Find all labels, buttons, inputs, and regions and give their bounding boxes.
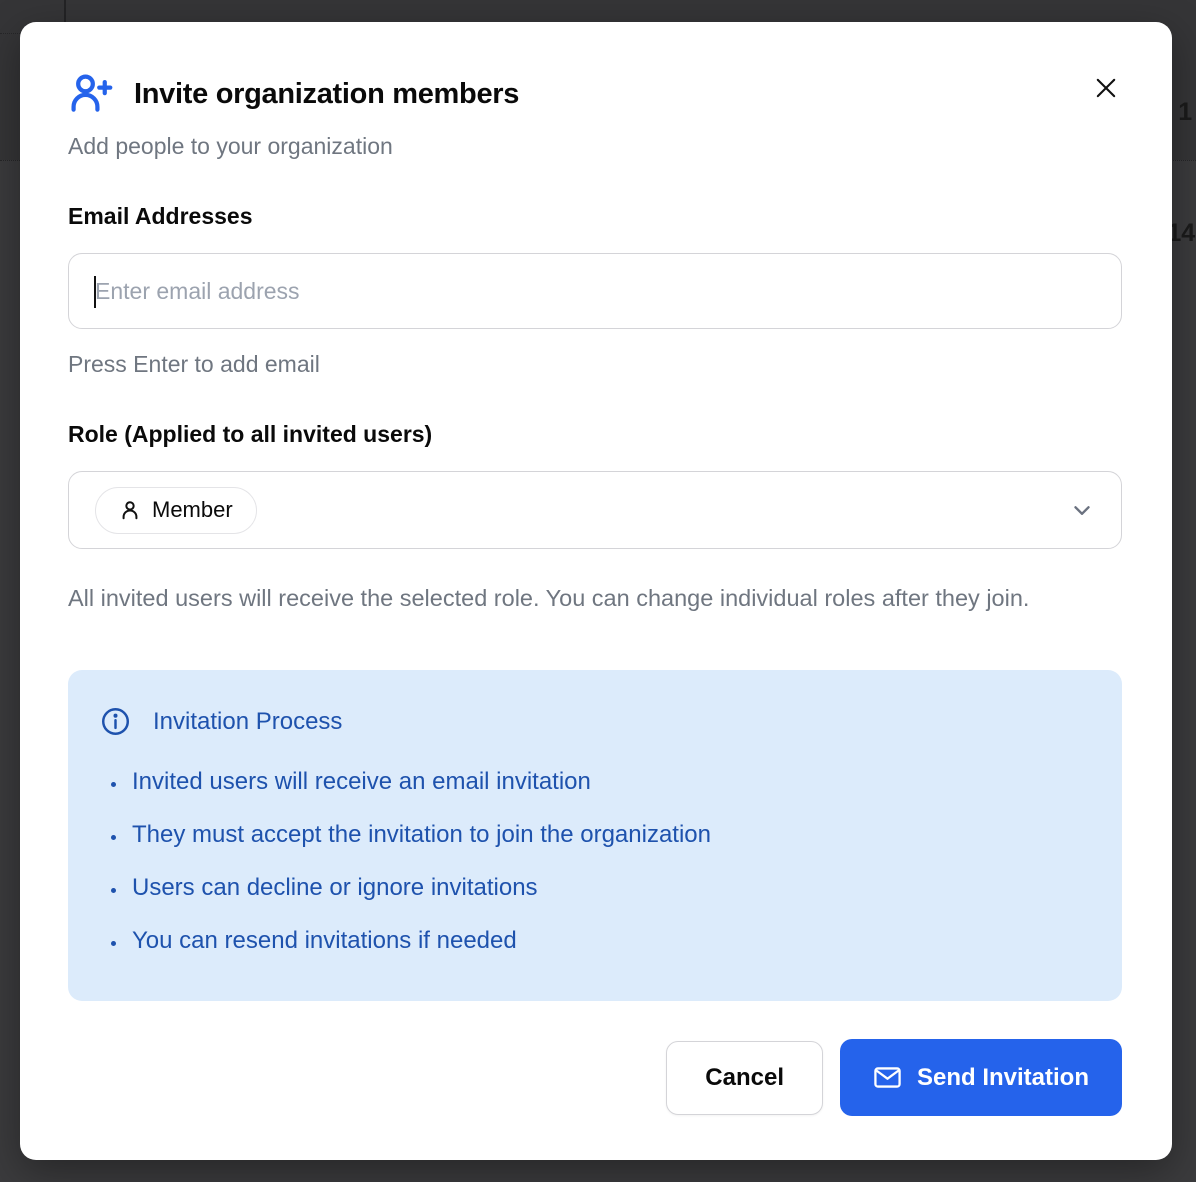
dialog-title: Invite organization members [134,78,519,111]
selected-role-chip: Member [95,487,257,534]
role-helper-text: All invited users will receive the selec… [68,578,1108,618]
dialog-header: Invite organization members [68,72,1122,116]
close-button[interactable] [1090,72,1122,104]
dialog-subtitle: Add people to your organization [68,133,1122,160]
infobox-title: Invitation Process [153,708,342,736]
infobox-list-item: You can resend invitations if needed [128,926,1090,956]
user-plus-icon [68,72,114,116]
email-input-wrap [68,253,1122,329]
user-icon [119,498,141,522]
infobox-list-item: They must accept the invitation to join … [128,820,1090,850]
cancel-button[interactable]: Cancel [666,1041,823,1115]
invite-members-dialog: Invite organization members Add people t… [20,22,1172,1160]
email-input[interactable] [69,254,1121,328]
infobox-list-item: Users can decline or ignore invitations [128,873,1090,903]
info-icon [100,706,131,737]
invitation-process-infobox: Invitation Process Invited users will re… [68,670,1122,1001]
role-select[interactable]: Member [68,471,1122,549]
envelope-icon [873,1065,902,1090]
infobox-list-item: Invited users will receive an email invi… [128,767,1090,797]
role-label: Role (Applied to all invited users) [68,421,1122,448]
infobox-header: Invitation Process [100,706,1090,737]
infobox-list: Invited users will receive an email invi… [128,767,1090,956]
send-invitation-label: Send Invitation [917,1064,1089,1092]
email-addresses-label: Email Addresses [68,203,1122,230]
send-invitation-button[interactable]: Send Invitation [840,1039,1122,1116]
dialog-footer: Cancel Send Invitation [68,1039,1122,1116]
selected-role-label: Member [152,497,233,523]
text-cursor [94,276,96,308]
email-helper-text: Press Enter to add email [68,351,1122,378]
close-icon [1092,74,1120,102]
chevron-down-icon [1069,497,1095,523]
